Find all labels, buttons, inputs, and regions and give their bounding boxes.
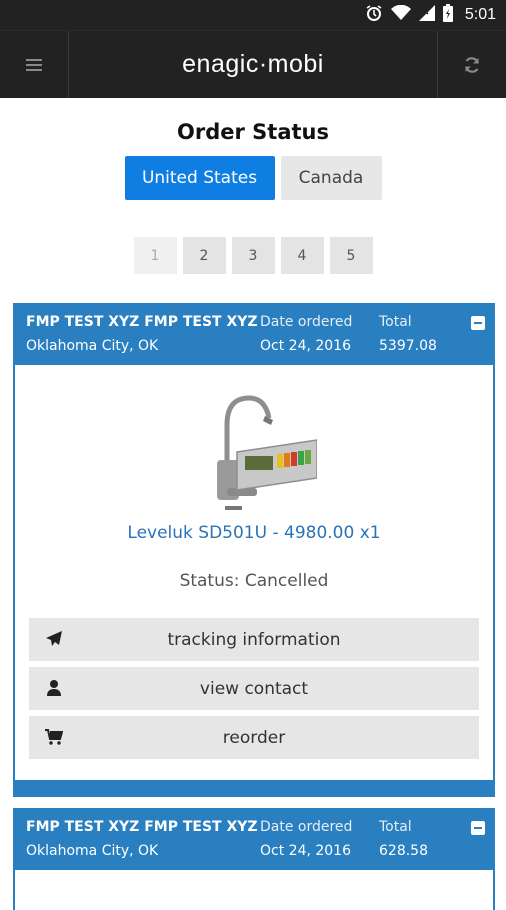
customer-name: FMP TEST XYZ FMP TEST XYZ bbox=[26, 314, 258, 330]
customer-name: FMP TEST XYZ FMP TEST XYZ bbox=[26, 819, 258, 835]
menu-button[interactable] bbox=[0, 31, 69, 98]
tracking-information-button[interactable]: tracking information bbox=[29, 618, 479, 661]
collapse-icon[interactable] bbox=[471, 316, 485, 330]
paper-plane-icon bbox=[46, 631, 62, 646]
alarm-icon bbox=[365, 4, 383, 26]
page-button-3[interactable]: 3 bbox=[231, 237, 275, 274]
order-status: Status: Cancelled bbox=[179, 571, 329, 591]
app-title: enagic·mobi bbox=[182, 50, 324, 78]
total-label: Total bbox=[379, 314, 412, 330]
clock-time: 5:01 bbox=[464, 6, 496, 23]
reorder-button[interactable]: reorder bbox=[29, 716, 479, 759]
order-details bbox=[13, 870, 495, 910]
total-value: 5397.08 bbox=[379, 338, 437, 354]
page-title: Order Status bbox=[177, 120, 329, 144]
refresh-icon bbox=[464, 56, 480, 73]
page-button-5[interactable]: 5 bbox=[329, 237, 373, 274]
pagination: 1 2 3 4 5 bbox=[0, 237, 506, 274]
order-details: Leveluk SD501U - 4980.00 x1 Status: Canc… bbox=[13, 365, 495, 780]
date-ordered-label: Date ordered bbox=[260, 819, 353, 835]
cart-icon bbox=[45, 729, 63, 745]
signal-icon bbox=[418, 5, 435, 25]
customer-location: Oklahoma City, OK bbox=[26, 843, 159, 859]
customer-location: Oklahoma City, OK bbox=[26, 338, 159, 354]
reorder-label: reorder bbox=[222, 727, 286, 748]
date-ordered-value: Oct 24, 2016 bbox=[260, 843, 351, 859]
hamburger-menu-icon bbox=[26, 58, 42, 71]
app-bar: enagic·mobi bbox=[0, 30, 506, 98]
total-value: 628.58 bbox=[379, 843, 428, 859]
tracking-information-label: tracking information bbox=[167, 629, 341, 650]
tab-canada[interactable]: Canada bbox=[280, 156, 382, 200]
battery-icon bbox=[442, 4, 453, 26]
order-header[interactable]: FMP TEST XYZ FMP TEST XYZ Oklahoma City,… bbox=[13, 303, 495, 365]
product-image bbox=[217, 395, 317, 510]
collapse-icon[interactable] bbox=[471, 821, 485, 835]
order-header[interactable]: FMP TEST XYZ FMP TEST XYZ Oklahoma City,… bbox=[13, 808, 495, 870]
order-footer bbox=[13, 780, 495, 797]
wifi-icon bbox=[390, 4, 411, 25]
page-button-1[interactable]: 1 bbox=[133, 237, 177, 274]
page-button-2[interactable]: 2 bbox=[182, 237, 226, 274]
refresh-button[interactable] bbox=[437, 31, 506, 98]
view-contact-label: view contact bbox=[199, 678, 309, 699]
total-label: Total bbox=[379, 819, 412, 835]
page-button-4[interactable]: 4 bbox=[280, 237, 324, 274]
date-ordered-value: Oct 24, 2016 bbox=[260, 338, 351, 354]
date-ordered-label: Date ordered bbox=[260, 314, 353, 330]
order-card: FMP TEST XYZ FMP TEST XYZ Oklahoma City,… bbox=[13, 303, 495, 797]
tab-united-states[interactable]: United States bbox=[124, 156, 275, 200]
view-contact-button[interactable]: view contact bbox=[29, 667, 479, 710]
user-icon bbox=[47, 680, 61, 696]
order-card: FMP TEST XYZ FMP TEST XYZ Oklahoma City,… bbox=[13, 808, 495, 910]
status-bar: 5:01 bbox=[0, 0, 506, 30]
product-link[interactable]: Leveluk SD501U - 4980.00 x1 bbox=[15, 523, 493, 543]
country-tabs: United States Canada bbox=[0, 156, 506, 200]
